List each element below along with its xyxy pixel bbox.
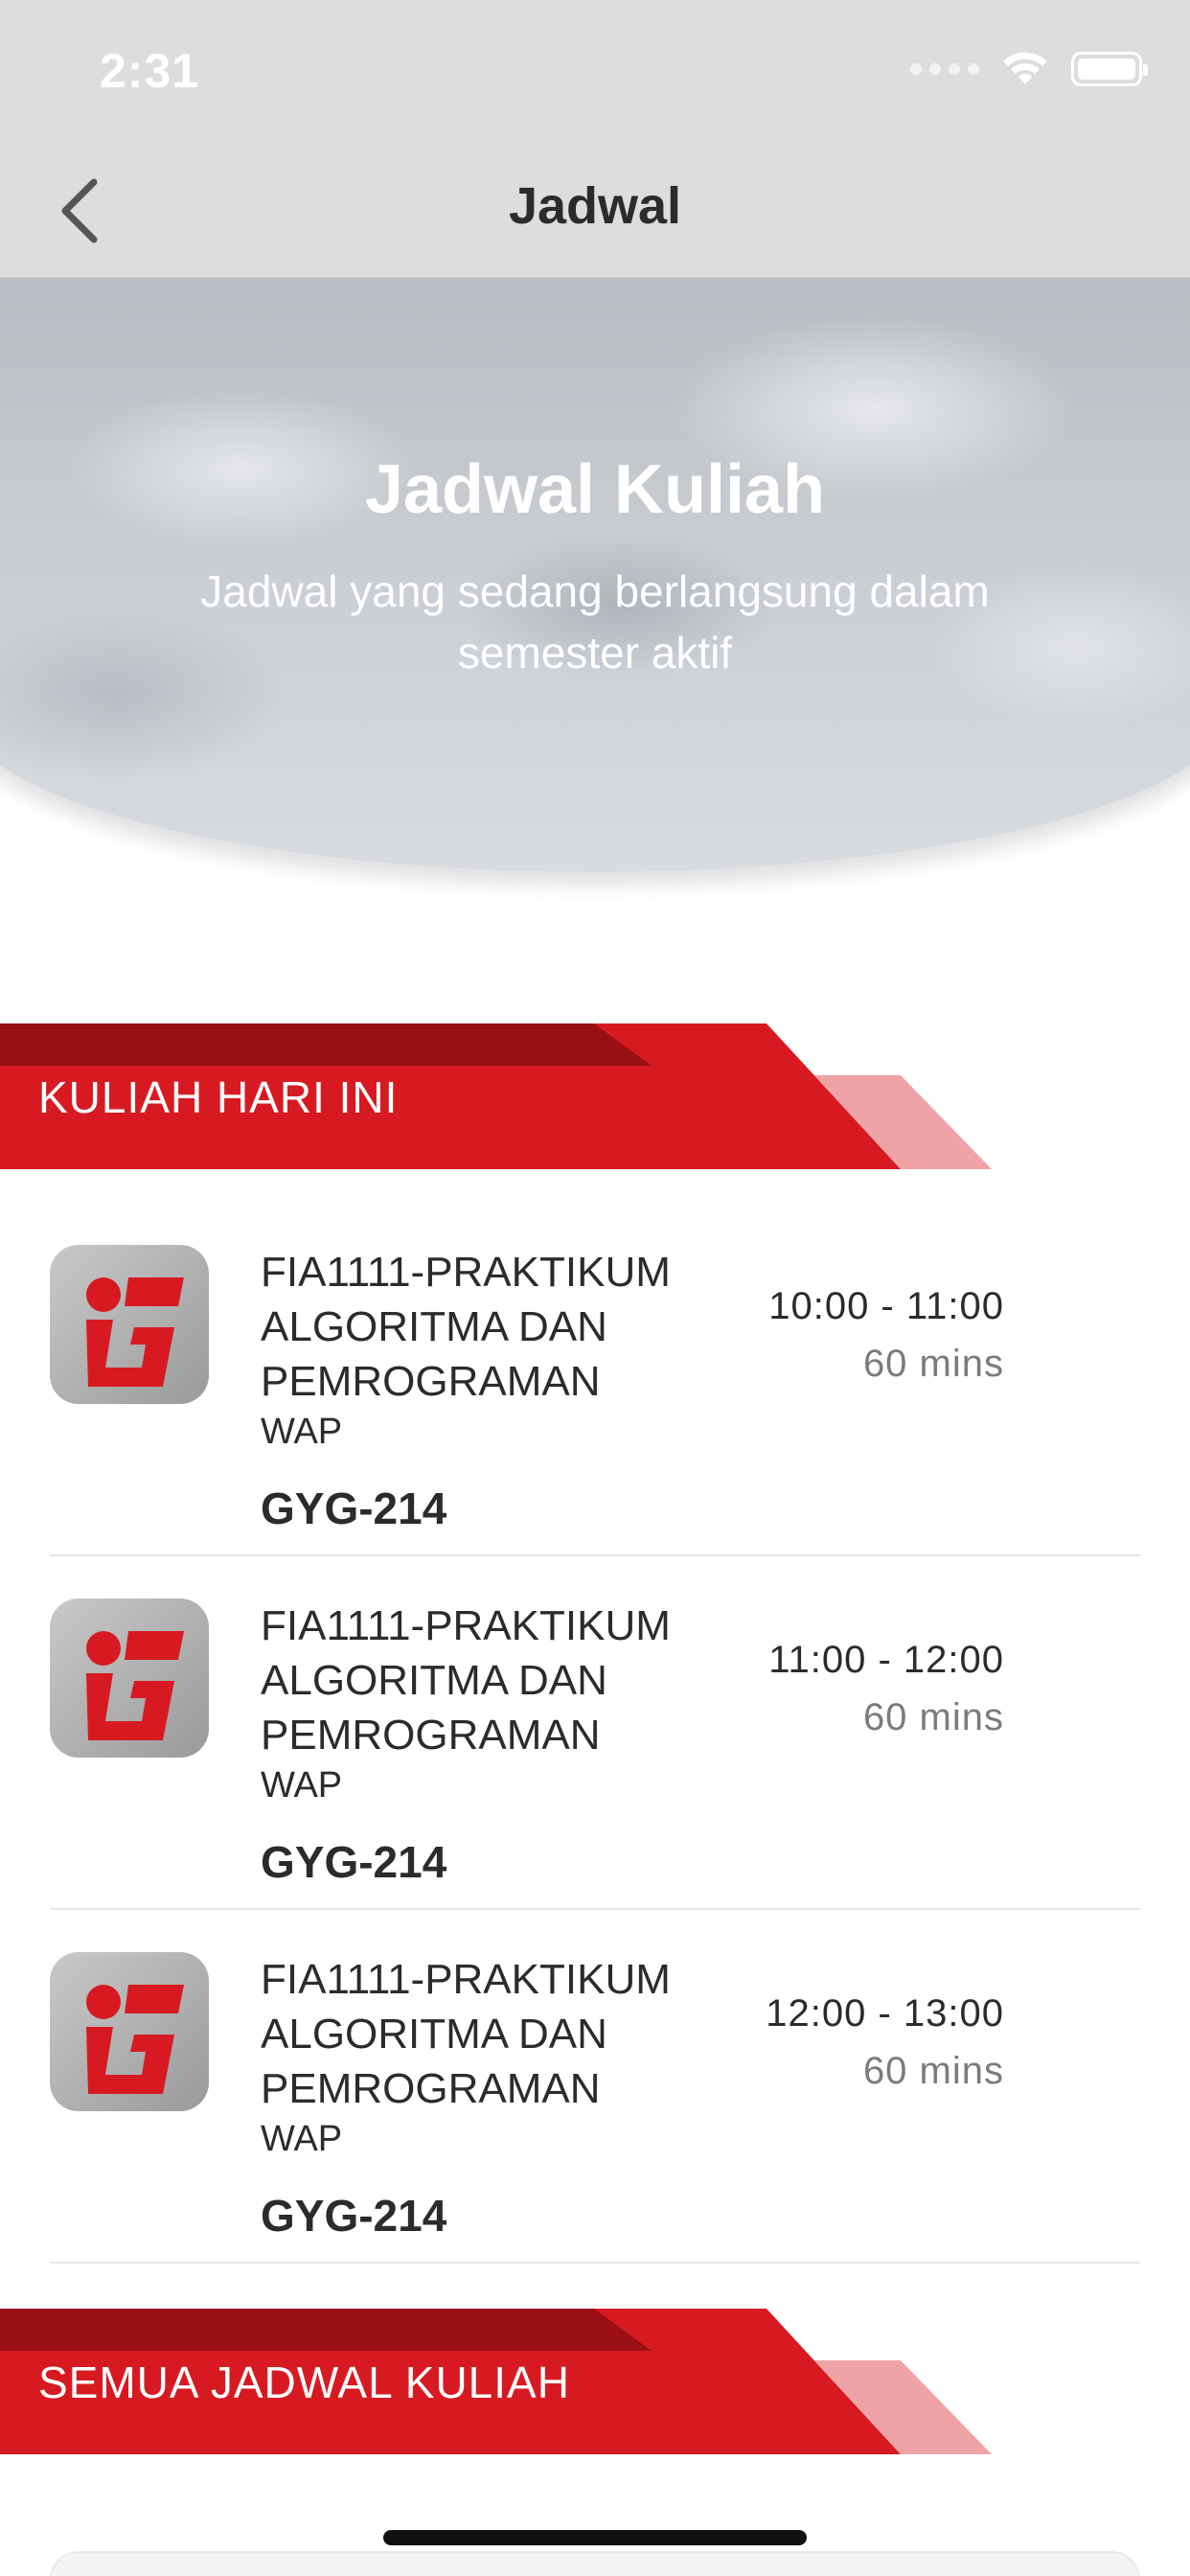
home-indicator — [383, 2530, 807, 2545]
course-name: FIA1111-PRAKTIKUM ALGORITMA DAN PEMROGRA… — [261, 1956, 671, 2112]
schedule-list: FIA1111-PRAKTIKUM ALGORITMA DAN PEMROGRA… — [0, 1203, 1190, 2264]
jadwal-screen: 2:31 Jadwal Jadwal Kuliah Jadwal yang se… — [0, 0, 1190, 2576]
course-time: 11:00 - 12:00 — [768, 1639, 1004, 1681]
app-logo-icon — [50, 1598, 209, 1758]
app-logo-icon — [50, 1245, 209, 1404]
course-room: GYG-214 — [261, 2191, 447, 2241]
status-time: 2:31 — [100, 44, 200, 98]
app-logo-icon — [50, 1952, 209, 2111]
hero-subtitle: Jadwal yang sedang berlangsung dalam sem… — [200, 566, 990, 678]
course-duration: 60 mins — [862, 1696, 1004, 1738]
course-class: WAP — [261, 1412, 343, 1452]
section-title-all: SEMUA JADWAL KULIAH — [38, 2358, 570, 2407]
wifi-icon — [1003, 52, 1047, 84]
course-duration: 60 mins — [862, 1343, 1004, 1385]
course-time: 10:00 - 11:00 — [768, 1285, 1004, 1327]
course-room: GYG-214 — [261, 1837, 447, 1887]
course-class: WAP — [261, 1765, 343, 1806]
page-title: Jadwal — [508, 177, 682, 235]
navigation-bar: 2:31 Jadwal — [0, 0, 1190, 278]
course-duration: 60 mins — [862, 2050, 1004, 2092]
section-title-today: KULIAH HARI INI — [38, 1072, 399, 1122]
all-schedule-card[interactable] — [50, 2551, 1140, 2576]
signal-dots-icon — [910, 63, 979, 75]
course-class: WAP — [261, 2119, 343, 2159]
course-name: FIA1111-PRAKTIKUM ALGORITMA DAN PEMROGRA… — [261, 1249, 671, 1405]
schedule-item[interactable]: FIA1111-PRAKTIKUM ALGORITMA DAN PEMROGRA… — [50, 1556, 1140, 1910]
schedule-item[interactable]: FIA1111-PRAKTIKUM ALGORITMA DAN PEMROGRA… — [50, 1910, 1140, 2264]
course-time: 12:00 - 13:00 — [766, 1992, 1004, 2035]
course-name: FIA1111-PRAKTIKUM ALGORITMA DAN PEMROGRA… — [261, 1602, 671, 1759]
course-room: GYG-214 — [261, 1484, 447, 1533]
schedule-item[interactable]: FIA1111-PRAKTIKUM ALGORITMA DAN PEMROGRA… — [50, 1203, 1140, 1556]
hero-title: Jadwal Kuliah — [364, 451, 826, 528]
section-header-all: SEMUA JADWAL KULIAH — [0, 2309, 1190, 2454]
section-header-today: KULIAH HARI INI — [0, 1024, 1190, 1169]
status-icons — [910, 50, 1148, 88]
battery-icon — [1071, 52, 1148, 86]
